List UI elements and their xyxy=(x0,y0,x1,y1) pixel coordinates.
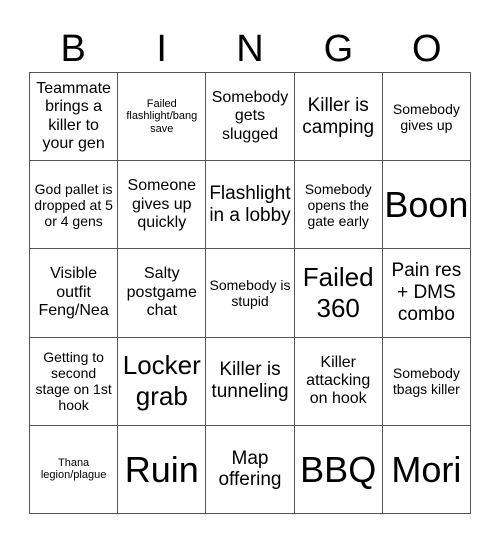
bingo-cell[interactable]: Killer is tunneling xyxy=(206,337,295,426)
bingo-cell[interactable]: God pallet is dropped at 5 or 4 gens xyxy=(30,161,119,250)
header-letter-g: G xyxy=(323,28,354,70)
bingo-cell[interactable]: Killer is camping xyxy=(294,73,383,162)
bingo-cell[interactable]: Somebody gets slugged xyxy=(206,73,295,162)
bingo-cell[interactable]: Locker grab xyxy=(118,337,207,426)
bingo-cell[interactable]: Teammate brings a killer to your gen xyxy=(30,73,119,162)
bingo-cell[interactable]: Pain res + DMS combo xyxy=(382,249,471,338)
bingo-cell[interactable]: Someone gives up quickly xyxy=(118,161,207,250)
bingo-cell[interactable]: Flashlight in a lobby xyxy=(206,161,295,250)
bingo-cell[interactable]: Ruin xyxy=(118,425,207,514)
bingo-cell[interactable]: Mori xyxy=(382,425,471,514)
bingo-cell[interactable]: Somebody gives up xyxy=(382,73,471,162)
header-letter-o: O xyxy=(412,28,442,70)
bingo-cell[interactable]: Somebody tbags killer xyxy=(382,337,471,426)
bingo-cell[interactable]: Failed 360 xyxy=(294,249,383,338)
bingo-cell[interactable]: Visible outfit Feng/Nea xyxy=(30,249,119,338)
header-letter-n: N xyxy=(236,28,264,70)
bingo-cell[interactable]: Somebody opens the gate early xyxy=(294,161,383,250)
bingo-cell[interactable]: BBQ xyxy=(294,425,383,514)
header-letter-i: I xyxy=(156,28,167,70)
bingo-cell[interactable]: Getting to second stage on 1st hook xyxy=(30,337,119,426)
bingo-cell[interactable]: Thana legion/plague xyxy=(30,425,119,514)
bingo-cell[interactable]: Somebody is stupid xyxy=(206,249,295,338)
bingo-cell[interactable]: Failed flashlight/bang save xyxy=(118,73,207,162)
bingo-cell[interactable]: Map offering xyxy=(206,425,295,514)
bingo-grid: Teammate brings a killer to your gen Fail… xyxy=(29,72,471,514)
bingo-cell[interactable]: Boon xyxy=(382,161,471,250)
header-letter-b: B xyxy=(60,28,86,70)
bingo-cell[interactable]: Salty postgame chat xyxy=(118,249,207,338)
bingo-cell[interactable]: Killer attacking on hook xyxy=(294,337,383,426)
bingo-header: B I N G O xyxy=(29,26,471,72)
